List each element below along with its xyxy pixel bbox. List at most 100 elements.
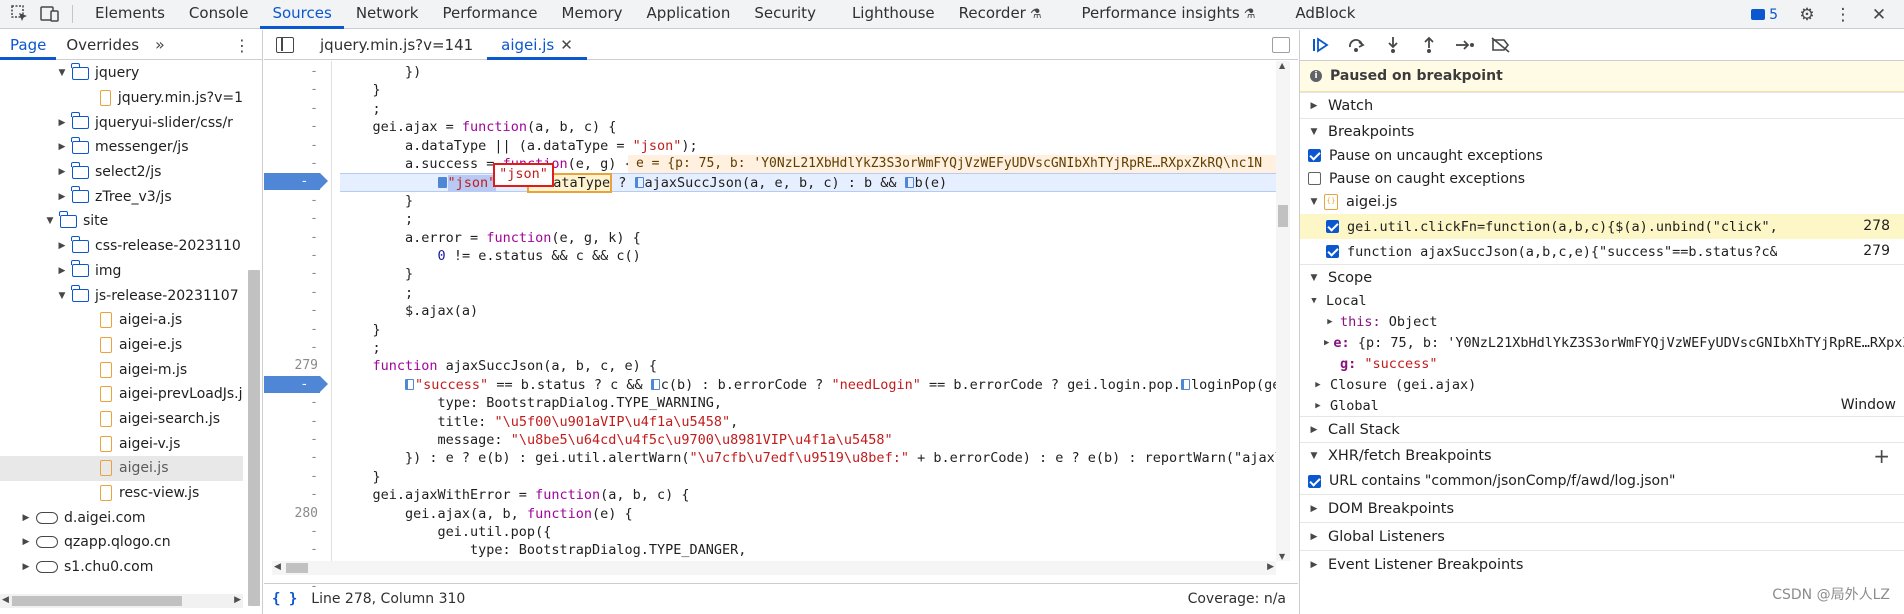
- code-line[interactable]: }: [340, 81, 381, 99]
- code-line[interactable]: $.ajax(a): [340, 302, 478, 320]
- breakpoint-item[interactable]: gei.util.clickFn=function(a,b,c){$(a).un…: [1300, 214, 1904, 239]
- code-line[interactable]: gei.ajax = function(a, b, c) {: [340, 118, 617, 136]
- tab-console[interactable]: Console: [177, 0, 261, 29]
- pause-caught-checkbox[interactable]: [1308, 172, 1321, 185]
- code-line[interactable]: gei.util.pop({: [340, 523, 552, 541]
- scroll-right-arrow-icon[interactable]: ▶: [1267, 562, 1274, 572]
- inspect-element-icon[interactable]: [10, 4, 30, 24]
- line-number[interactable]: -: [264, 156, 318, 171]
- tab-performance-insights[interactable]: Performance insights ⚗: [1054, 0, 1268, 29]
- scope-local[interactable]: ▼ Local: [1300, 290, 1904, 311]
- section-watch[interactable]: ▶ Watch: [1300, 92, 1904, 118]
- line-number[interactable]: -: [264, 138, 318, 153]
- expand-triangle-icon[interactable]: ▶: [56, 192, 68, 202]
- line-number[interactable]: -: [264, 450, 318, 465]
- close-tab-icon[interactable]: ✕: [560, 36, 573, 54]
- breakpoint-checkbox[interactable]: [1326, 220, 1339, 233]
- device-toolbar-icon[interactable]: [40, 4, 60, 24]
- tab-elements[interactable]: Elements: [83, 0, 177, 29]
- tab-recorder[interactable]: Recorder ⚗: [947, 0, 1054, 29]
- section-scope[interactable]: ▼ Scope: [1300, 264, 1904, 290]
- line-number[interactable]: -: [264, 395, 318, 410]
- collapse-triangle-icon[interactable]: ▼: [44, 216, 56, 226]
- tree-file-item[interactable]: aigei-v.js: [0, 431, 243, 456]
- current-execution-line[interactable]: "json" == a.dataType ? ajaxSuccJson(a, e…: [340, 173, 1280, 194]
- line-number[interactable]: -: [264, 414, 318, 429]
- tab-lighthouse[interactable]: Lighthouse: [828, 0, 947, 29]
- tree-folder-item[interactable]: ▼ site: [0, 209, 243, 234]
- step-out-icon[interactable]: [1418, 34, 1440, 56]
- scroll-thumb[interactable]: [286, 563, 308, 573]
- tree-file-item[interactable]: jquery.min.js?v=1: [0, 86, 243, 111]
- editor-vertical-scrollbar[interactable]: ▲ ▼: [1276, 61, 1290, 561]
- kebab-menu-icon[interactable]: ⋮: [1832, 4, 1854, 26]
- code-line[interactable]: }) : e ? e(b) : gei.util.alertWarn("\u7c…: [340, 449, 1280, 467]
- scroll-right-arrow-icon[interactable]: ▶: [234, 595, 241, 605]
- scope-closure-row[interactable]: ▶ Closure (gei.ajax): [1300, 374, 1904, 395]
- line-number[interactable]: 280: [264, 506, 318, 521]
- toggle-navigator-icon[interactable]: [276, 36, 294, 53]
- toggle-debugger-icon[interactable]: [1272, 37, 1290, 53]
- tab-security[interactable]: Security: [742, 0, 828, 29]
- line-number[interactable]: -: [264, 64, 318, 79]
- line-number[interactable]: -: [264, 230, 318, 245]
- line-number[interactable]: -: [264, 340, 318, 355]
- code-line[interactable]: gei.ajaxWithError = function(a, b, c) {: [340, 486, 690, 504]
- line-number-gutter[interactable]: ----------------279-------280----: [264, 61, 332, 594]
- scope-global-row[interactable]: ▶ Global Window: [1300, 395, 1904, 416]
- tree-origin-item[interactable]: ▶ qzapp.qlogo.cn: [0, 530, 243, 555]
- step-over-icon[interactable]: [1346, 34, 1368, 56]
- coverage-status[interactable]: Coverage: n/a: [1188, 591, 1286, 607]
- line-number[interactable]: -: [264, 432, 318, 447]
- scroll-left-arrow-icon[interactable]: ◀: [274, 562, 281, 572]
- scroll-thumb[interactable]: [12, 596, 182, 606]
- expand-triangle-icon[interactable]: ▶: [20, 513, 32, 523]
- tree-folder-item[interactable]: ▶ messenger/js: [0, 135, 243, 160]
- collapse-triangle-icon[interactable]: ▼: [56, 68, 68, 78]
- tree-folder-item[interactable]: ▶ css-release-2023110: [0, 234, 243, 259]
- tree-folder-item[interactable]: ▶ jqueryui-slider/css/r: [0, 110, 243, 135]
- section-breakpoints[interactable]: ▼ Breakpoints: [1300, 118, 1904, 144]
- tree-file-item[interactable]: aigei-search.js: [0, 407, 243, 432]
- tab-memory[interactable]: Memory: [550, 0, 635, 29]
- line-number[interactable]: -: [264, 248, 318, 263]
- navigator-vertical-scrollbar[interactable]: [248, 270, 260, 606]
- code-line[interactable]: message: "\u8be5\u64cd\u4f5c\u9700\u8981…: [340, 431, 893, 449]
- navigator-horizontal-scrollbar[interactable]: ◀ ▶: [0, 594, 243, 608]
- editor-tab-aigei[interactable]: aigei.js ✕: [487, 30, 587, 60]
- pause-caught-row[interactable]: Pause on caught exceptions: [1300, 167, 1904, 190]
- breakpoint-marker[interactable]: -: [264, 375, 328, 393]
- xhr-breakpoint-row[interactable]: URL contains "common/jsonComp/f/awd/log.…: [1300, 468, 1904, 494]
- tree-folder-item[interactable]: ▶ img: [0, 259, 243, 284]
- breakpoint-marker[interactable]: -: [264, 173, 328, 191]
- code-line[interactable]: type: BootstrapDialog.TYPE_DANGER,: [340, 541, 746, 559]
- tree-folder-item[interactable]: ▼ js-release-20231107: [0, 283, 243, 308]
- step-icon[interactable]: [1454, 34, 1476, 56]
- tree-origin-item[interactable]: ▶ s1.chu0.com: [0, 555, 243, 580]
- section-global-listeners[interactable]: ▶ Global Listeners: [1300, 522, 1904, 550]
- tree-file-item[interactable]: aigei-a.js: [0, 308, 243, 333]
- code-line[interactable]: gei.ajax(a, b, function(e) {: [340, 505, 633, 523]
- close-devtools-icon[interactable]: ✕: [1868, 4, 1890, 26]
- pause-uncaught-row[interactable]: Pause on uncaught exceptions: [1300, 144, 1904, 167]
- tree-origin-item[interactable]: ▶ d.aigei.com: [0, 505, 243, 530]
- add-xhr-breakpoint-icon[interactable]: +: [1873, 444, 1890, 468]
- tab-application[interactable]: Application: [635, 0, 743, 29]
- xhr-breakpoint-checkbox[interactable]: [1308, 474, 1321, 488]
- line-number[interactable]: -: [264, 211, 318, 226]
- line-number[interactable]: -: [264, 119, 318, 134]
- tab-network[interactable]: Network: [344, 0, 431, 29]
- tab-sources[interactable]: Sources: [260, 0, 344, 29]
- line-number[interactable]: -: [264, 524, 318, 539]
- line-number[interactable]: -: [264, 322, 318, 337]
- code-line[interactable]: }): [340, 63, 421, 81]
- navigator-kebab-icon[interactable]: ⋮: [234, 36, 250, 55]
- expand-triangle-icon[interactable]: ▶: [20, 562, 32, 572]
- issues-badge[interactable]: 5: [1751, 7, 1778, 23]
- scope-g-row[interactable]: g: "success": [1300, 353, 1904, 374]
- line-number[interactable]: -: [264, 469, 318, 484]
- nav-tab-overrides[interactable]: Overrides: [56, 30, 149, 60]
- scroll-down-arrow-icon[interactable]: ▼: [1279, 552, 1285, 561]
- expand-triangle-icon[interactable]: ▶: [20, 537, 32, 547]
- editor-tab-jquery[interactable]: jquery.min.js?v=141: [306, 30, 487, 60]
